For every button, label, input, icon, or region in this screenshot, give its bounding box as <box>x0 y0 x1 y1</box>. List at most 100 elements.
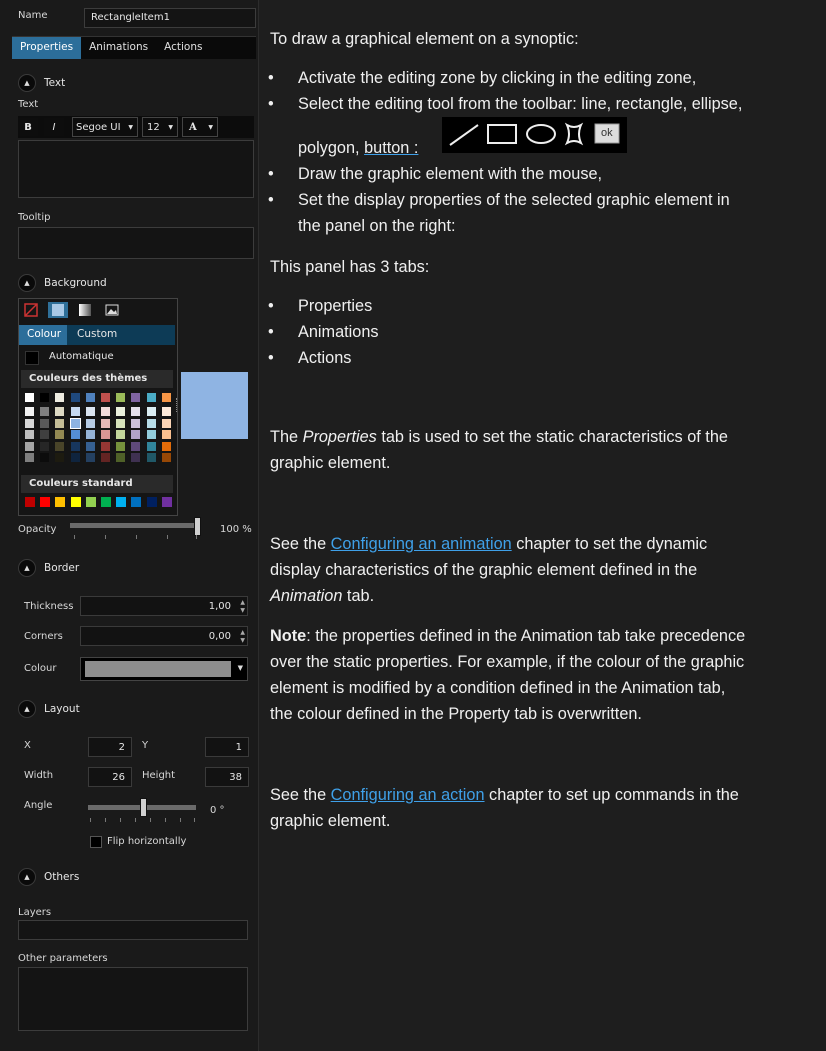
theme-shade-swatch[interactable] <box>25 441 34 451</box>
theme-colour-swatch[interactable] <box>161 393 171 402</box>
font-color-select[interactable]: A ▼ <box>182 117 218 137</box>
theme-shade-swatch[interactable] <box>85 418 95 428</box>
theme-shade-swatch[interactable] <box>116 418 126 428</box>
theme-shade-swatch[interactable] <box>146 430 156 439</box>
text-section-header[interactable]: ▲ Text <box>18 74 65 92</box>
theme-shade-swatch[interactable] <box>101 441 110 451</box>
y-input[interactable]: 1 <box>205 737 249 757</box>
standard-colour-swatch[interactable] <box>70 497 81 507</box>
gradient-fill-icon[interactable] <box>75 302 95 318</box>
border-colour-select[interactable]: ▼ <box>80 657 248 681</box>
theme-shade-swatch[interactable] <box>55 418 65 428</box>
theme-shade-swatch[interactable] <box>25 430 34 439</box>
others-section-header[interactable]: ▲ Others <box>18 868 79 886</box>
image-fill-icon[interactable] <box>102 302 122 318</box>
resize-grip[interactable] <box>176 398 180 412</box>
angle-slider-thumb[interactable] <box>140 798 147 817</box>
opacity-slider-thumb[interactable] <box>194 517 201 536</box>
standard-colour-row[interactable] <box>21 497 175 509</box>
theme-shade-swatch[interactable] <box>40 453 50 462</box>
theme-shade-swatch[interactable] <box>85 453 95 462</box>
theme-shade-swatch[interactable] <box>131 430 141 439</box>
theme-colour-swatch[interactable] <box>55 393 65 402</box>
theme-shade-swatch[interactable] <box>101 418 110 428</box>
theme-shade-swatch[interactable] <box>161 418 171 428</box>
theme-shade-swatch[interactable] <box>70 453 80 462</box>
button-link[interactable]: button : <box>364 139 418 157</box>
standard-colour-swatch[interactable] <box>161 497 172 507</box>
standard-colour-swatch[interactable] <box>146 497 157 507</box>
background-section-header[interactable]: ▲ Background <box>18 274 107 292</box>
theme-shade-swatch[interactable] <box>25 453 34 462</box>
text-input[interactable] <box>18 140 254 198</box>
width-input[interactable]: 26 <box>88 767 132 787</box>
theme-shade-swatch[interactable] <box>55 441 65 451</box>
x-input[interactable]: 2 <box>88 737 132 757</box>
solid-fill-icon[interactable] <box>48 302 68 318</box>
theme-shade-swatch[interactable] <box>85 441 95 451</box>
corners-input[interactable]: 0,00 ▲ ▼ <box>80 626 248 646</box>
bold-button[interactable]: B <box>18 118 38 136</box>
tab-animations[interactable]: Animations <box>81 37 156 59</box>
theme-shade-swatch[interactable] <box>101 453 110 462</box>
standard-colour-swatch[interactable] <box>116 497 127 507</box>
theme-shade-swatch[interactable] <box>101 407 110 416</box>
theme-shade-swatch[interactable] <box>55 453 65 462</box>
theme-shade-swatch[interactable] <box>85 430 95 439</box>
theme-shade-swatch[interactable] <box>70 441 80 451</box>
border-section-header[interactable]: ▲ Border <box>18 559 79 577</box>
theme-colour-swatch[interactable] <box>131 393 141 402</box>
standard-colour-swatch[interactable] <box>25 497 35 507</box>
theme-shade-swatch[interactable] <box>25 407 34 416</box>
tooltip-input[interactable] <box>18 227 254 259</box>
italic-button[interactable]: I <box>44 118 64 136</box>
theme-shade-swatch[interactable] <box>55 407 65 416</box>
theme-colour-swatch[interactable] <box>85 393 95 402</box>
theme-shade-swatch[interactable] <box>40 407 50 416</box>
theme-shade-swatch[interactable] <box>116 441 126 451</box>
theme-shade-swatch[interactable] <box>131 453 141 462</box>
standard-colour-swatch[interactable] <box>40 497 51 507</box>
theme-shade-swatch[interactable] <box>116 407 126 416</box>
theme-shade-swatch[interactable] <box>40 418 50 428</box>
tab-actions[interactable]: Actions <box>156 37 210 59</box>
opacity-slider-track[interactable] <box>70 523 198 528</box>
no-fill-icon[interactable] <box>21 302 41 318</box>
theme-shade-swatch[interactable] <box>101 430 110 439</box>
theme-shade-swatch[interactable] <box>146 453 156 462</box>
layout-section-header[interactable]: ▲ Layout <box>18 700 80 718</box>
theme-shade-swatch[interactable] <box>70 407 80 416</box>
configuring-animation-link[interactable]: Configuring an animation <box>331 535 512 553</box>
theme-shade-swatch[interactable] <box>131 418 141 428</box>
theme-shade-swatch[interactable] <box>40 441 50 451</box>
tab-colour[interactable]: Colour <box>19 325 67 345</box>
theme-shade-swatch[interactable] <box>85 407 95 416</box>
theme-shade-swatch[interactable] <box>161 430 171 439</box>
font-family-select[interactable]: Segoe UI ▼ <box>72 117 138 137</box>
flip-checkbox[interactable] <box>90 836 102 848</box>
configuring-action-link[interactable]: Configuring an action <box>331 786 485 804</box>
spinner-icon[interactable]: ▲ ▼ <box>240 629 245 645</box>
standard-colour-swatch[interactable] <box>131 497 142 507</box>
standard-colour-swatch[interactable] <box>55 497 66 507</box>
theme-shade-swatch[interactable] <box>161 453 171 462</box>
tab-custom[interactable]: Custom <box>77 328 117 340</box>
theme-colour-swatch[interactable] <box>25 393 34 402</box>
theme-shade-swatch[interactable] <box>40 430 50 439</box>
standard-colour-swatch[interactable] <box>85 497 96 507</box>
theme-colour-swatch[interactable] <box>70 393 80 402</box>
tab-properties[interactable]: Properties <box>12 37 82 59</box>
theme-shade-swatch[interactable] <box>146 407 156 416</box>
auto-swatch[interactable] <box>25 351 39 365</box>
height-input[interactable]: 38 <box>205 767 249 787</box>
theme-shade-swatch[interactable] <box>161 407 171 416</box>
automatic-option[interactable]: Automatique <box>49 351 114 362</box>
theme-colour-swatch[interactable] <box>116 393 126 402</box>
theme-colour-grid[interactable] <box>21 393 175 467</box>
standard-colour-swatch[interactable] <box>101 497 111 507</box>
theme-shade-swatch[interactable] <box>116 430 126 439</box>
theme-shade-swatch[interactable] <box>116 453 126 462</box>
thickness-input[interactable]: 1,00 ▲ ▼ <box>80 596 248 616</box>
theme-shade-swatch[interactable] <box>70 430 80 439</box>
font-size-select[interactable]: 12 ▼ <box>142 117 178 137</box>
